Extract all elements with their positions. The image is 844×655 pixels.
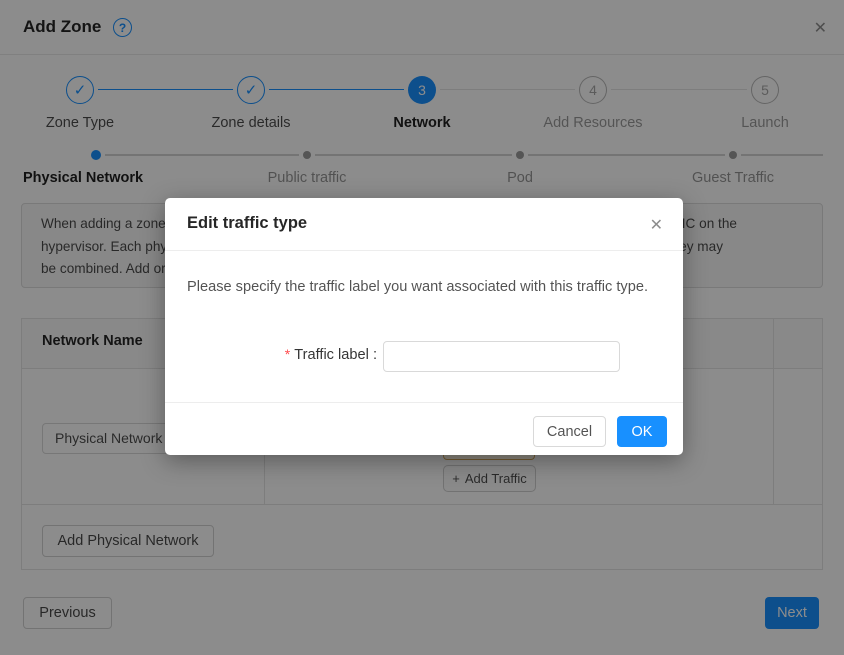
- ok-button[interactable]: OK: [617, 416, 667, 447]
- cancel-button[interactable]: Cancel: [533, 416, 606, 447]
- field-label-text: Traffic label: [294, 347, 369, 363]
- edit-traffic-type-modal: Edit traffic type ✕ Please specify the t…: [165, 198, 683, 455]
- modal-description: Please specify the traffic label you wan…: [187, 275, 665, 299]
- modal-close-icon[interactable]: ✕: [650, 215, 663, 235]
- modal-footer-divider: [165, 402, 683, 403]
- traffic-label-input[interactable]: [383, 341, 620, 372]
- field-label-colon: :: [373, 347, 377, 363]
- required-asterisk: *: [285, 346, 290, 362]
- modal-header: Edit traffic type ✕: [165, 198, 683, 251]
- traffic-label-field-label: *Traffic label :: [165, 346, 377, 363]
- modal-title: Edit traffic type: [187, 214, 307, 233]
